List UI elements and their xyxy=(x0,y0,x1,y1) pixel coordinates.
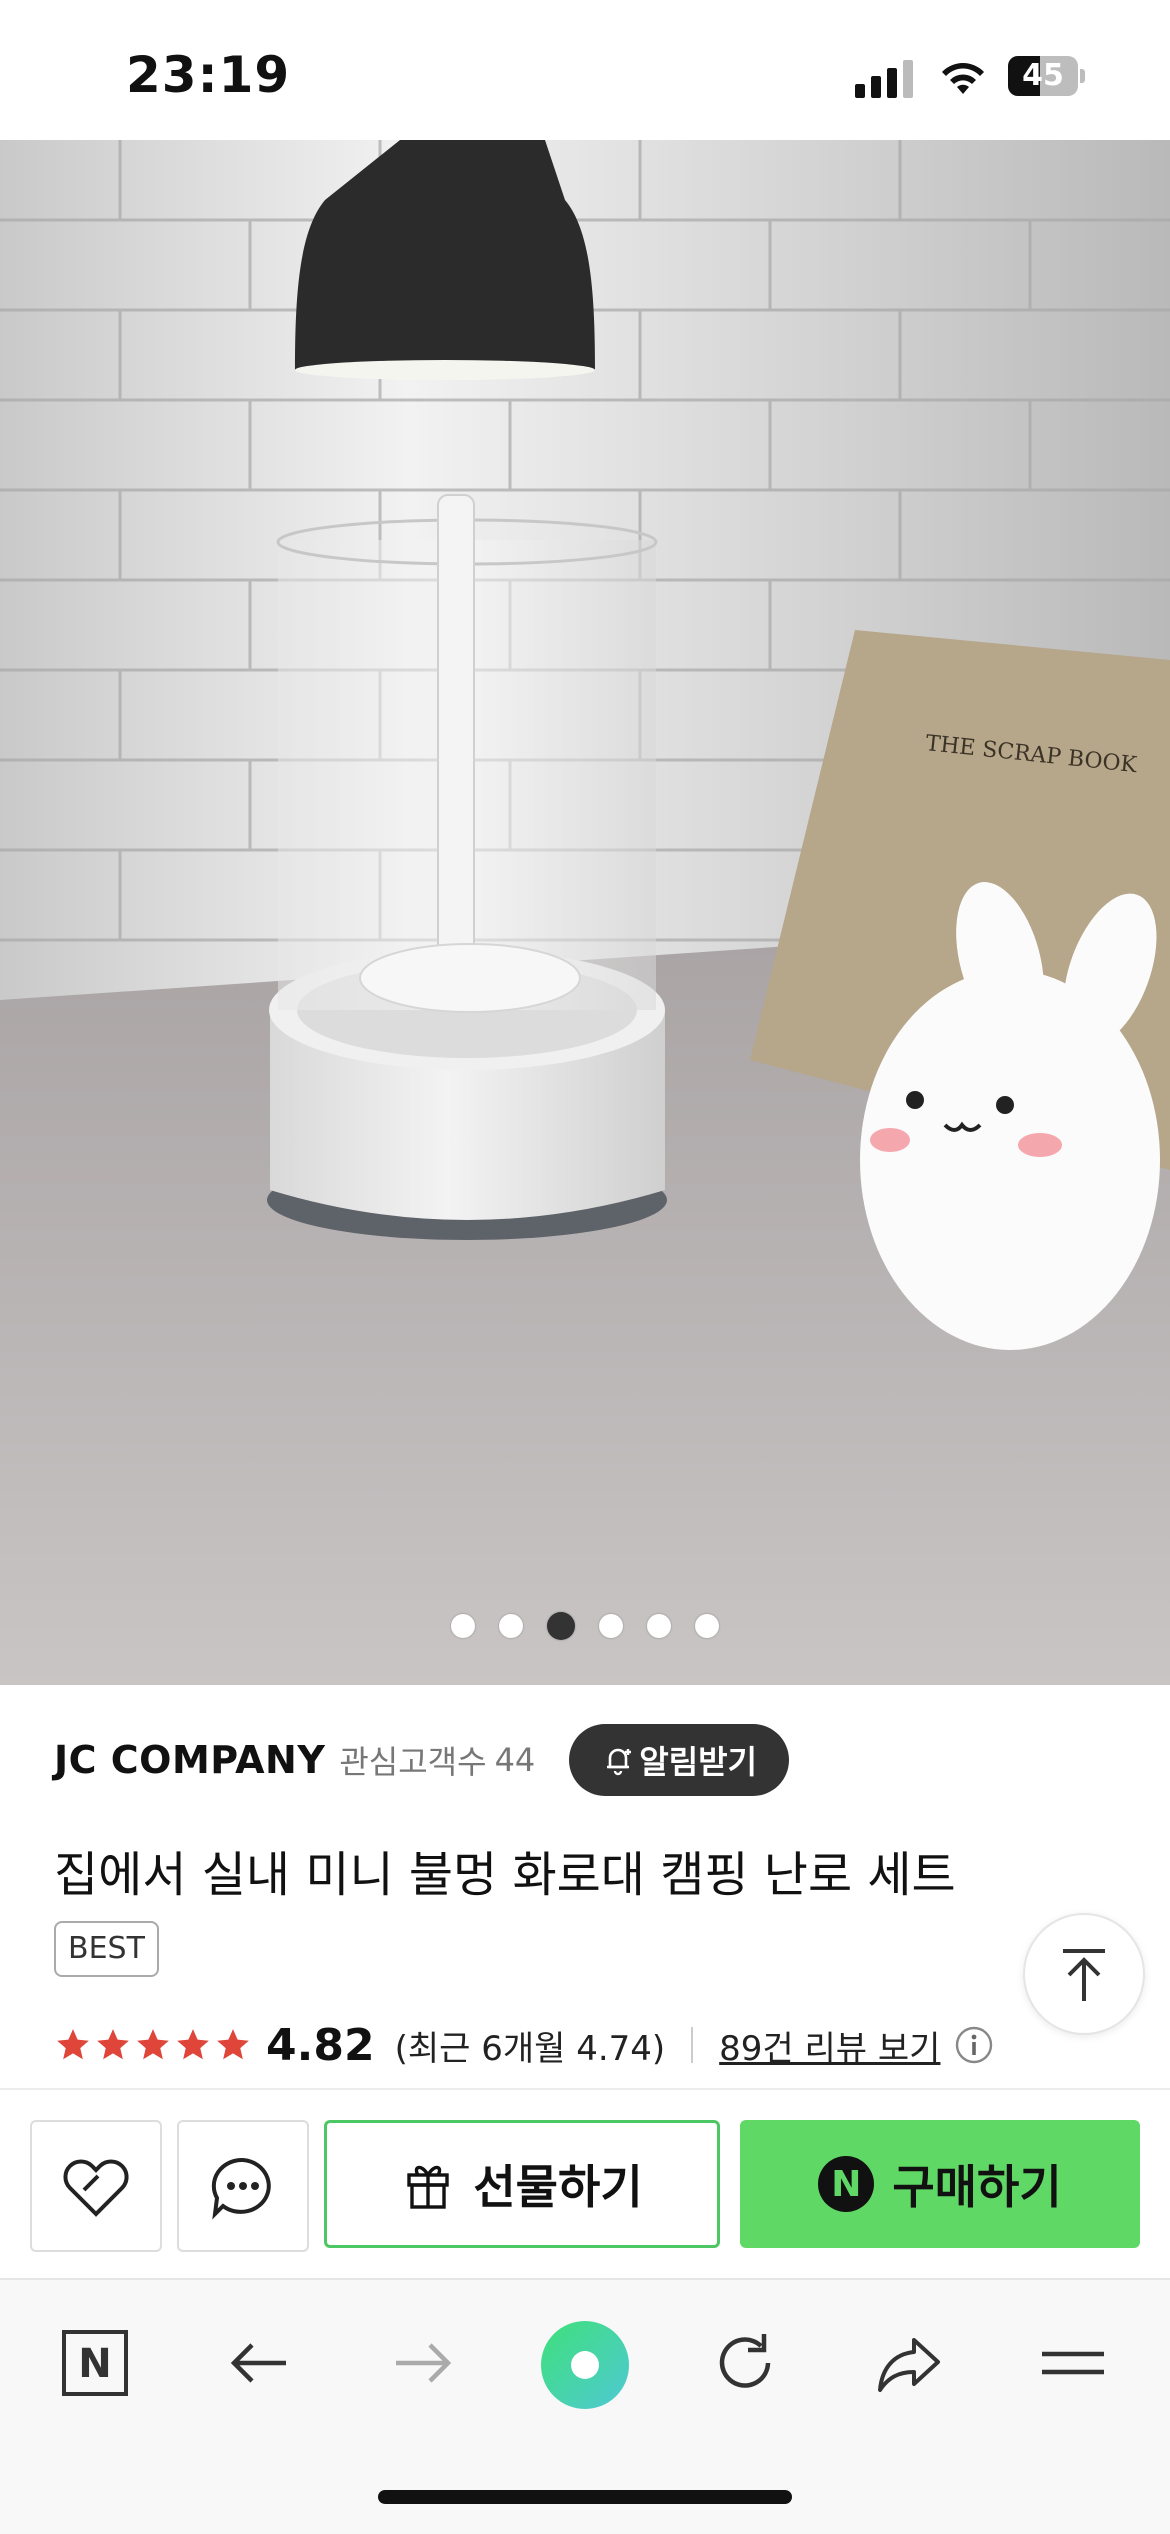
carousel-dot[interactable] xyxy=(599,1614,623,1638)
reload-icon[interactable] xyxy=(708,2326,782,2400)
menu-icon[interactable] xyxy=(1036,2326,1110,2400)
gift-button[interactable]: 선물하기 xyxy=(324,2120,720,2248)
status-bar: 23:19 45 xyxy=(0,0,1170,140)
carousel-dot-active[interactable] xyxy=(547,1612,575,1640)
alarm-subscribe-button[interactable]: 알림받기 xyxy=(569,1724,790,1796)
best-badge: BEST xyxy=(54,1921,159,1977)
share-icon[interactable] xyxy=(872,2326,946,2400)
rating-score: 4.82 xyxy=(266,2019,375,2071)
buy-button[interactable]: N 구매하기 xyxy=(740,2120,1140,2248)
fans-label: 관심고객수 xyxy=(339,1743,487,1781)
wishlist-button[interactable] xyxy=(30,2120,162,2252)
rating-recent: (최근 6개월 4.74) xyxy=(394,2028,666,2069)
reviews-link[interactable]: 89건 리뷰 보기 xyxy=(719,2021,940,2070)
carousel-dot[interactable] xyxy=(647,1614,671,1638)
carousel-indicator xyxy=(0,1612,1170,1642)
alarm-label: 알림받기 xyxy=(639,1743,758,1781)
battery-level: 45 xyxy=(1022,58,1064,93)
chat-button[interactable] xyxy=(177,2120,309,2252)
rating-stars xyxy=(54,2026,254,2064)
divider xyxy=(691,2027,694,2063)
green-dot-icon[interactable] xyxy=(540,2320,630,2410)
heart-icon xyxy=(63,2159,129,2217)
star-icon xyxy=(177,2029,209,2060)
seller-row: JC COMPANY 관심고객수 44 알림받기 xyxy=(54,1722,790,1798)
forward-arrow-icon[interactable] xyxy=(386,2326,460,2400)
scroll-top-icon xyxy=(1063,1949,1105,2001)
star-icon xyxy=(97,2029,129,2060)
info-icon[interactable] xyxy=(954,2025,994,2065)
status-time: 23:19 xyxy=(126,46,291,104)
chat-icon xyxy=(211,2157,271,2220)
home-label: N xyxy=(78,2341,111,2387)
product-image[interactable]: THE SCRAP BOOK xyxy=(0,140,1170,1685)
battery-icon: 45 xyxy=(1008,56,1085,96)
carousel-dot[interactable] xyxy=(499,1614,523,1638)
home-indicator xyxy=(378,2490,792,2504)
wifi-icon xyxy=(942,63,984,94)
gift-icon xyxy=(407,2165,450,2209)
buy-label: 구매하기 xyxy=(892,2160,1062,2214)
naver-n-icon: N xyxy=(818,2156,875,2212)
scroll-top-button[interactable] xyxy=(1023,1913,1145,2035)
star-icon xyxy=(137,2029,169,2060)
purchase-action-bar: 선물하기 N 구매하기 xyxy=(0,2088,1170,2280)
star-icon xyxy=(57,2029,89,2060)
bell-icon xyxy=(607,1748,632,1776)
star-icon xyxy=(217,2029,249,2060)
fans-count: 44 xyxy=(494,1741,536,1779)
back-arrow-icon[interactable] xyxy=(222,2326,296,2400)
signal-icon xyxy=(855,58,915,98)
carousel-dot[interactable] xyxy=(695,1614,719,1638)
product-title: 집에서 실내 미니 불멍 화로대 캠핑 난로 세트 xyxy=(54,1847,956,1903)
rating-row: 4.82 (최근 6개월 4.74) 89건 리뷰 보기 xyxy=(54,2015,994,2075)
carousel-dot[interactable] xyxy=(451,1614,475,1638)
naver-home-icon[interactable]: N xyxy=(58,2326,132,2400)
seller-name[interactable]: JC COMPANY xyxy=(54,1738,325,1782)
gift-label: 선물하기 xyxy=(473,2160,643,2214)
